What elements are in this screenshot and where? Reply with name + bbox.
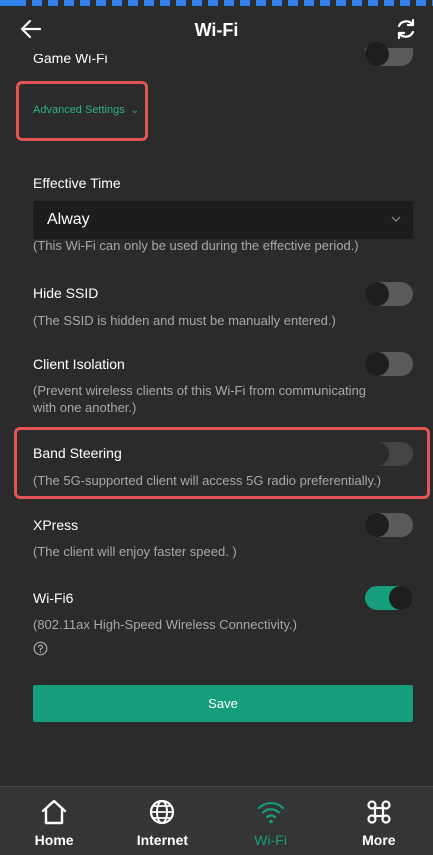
game-wifi-toggle[interactable]	[365, 42, 413, 66]
wifi6-toggle[interactable]	[365, 586, 413, 610]
effective-time-label: Effective Time	[33, 175, 121, 191]
game-wifi-label: Game Wi-Fi	[33, 54, 108, 66]
nav-item-wifi[interactable]: Wi-Fi	[217, 787, 325, 855]
arrow-left-icon[interactable]	[18, 16, 44, 42]
client-isolation-hint-line2: with one another.)	[33, 400, 137, 415]
effective-time-select[interactable]: Alway	[33, 201, 413, 239]
wifi6-hint: (802.11ax High-Speed Wireless Connectivi…	[33, 617, 297, 632]
xpress-toggle[interactable]	[365, 513, 413, 537]
client-isolation-hint-line1: (Prevent wireless clients of this Wi-Fi …	[33, 383, 367, 398]
nav-label-more: More	[362, 832, 396, 848]
xpress-hint: (The client will enjoy faster speed. )	[33, 544, 237, 559]
chevron-down-icon	[391, 216, 401, 222]
band-steering-label: Band Steering	[33, 445, 122, 461]
game-wifi-row: Game Wi-Fi	[33, 54, 413, 66]
client-isolation-toggle[interactable]	[365, 352, 413, 376]
hide-ssid-label: Hide SSID	[33, 285, 99, 301]
nav-label-internet: Internet	[136, 832, 189, 848]
home-icon	[41, 799, 67, 825]
band-steering-toggle[interactable]	[365, 442, 413, 466]
settings-content: Game Wi-Fi Advanced Settings ⌄ Effective…	[0, 42, 433, 784]
xpress-label: XPress	[33, 517, 79, 533]
nav-item-home[interactable]: Home	[0, 787, 108, 855]
command-icon	[367, 800, 391, 824]
bottom-nav: Home Internet Wi-Fi More	[0, 786, 433, 855]
band-steering-hint: (The 5G-supported client will access 5G …	[33, 473, 382, 488]
effective-time-hint: (This Wi-Fi can only be used during the …	[33, 238, 359, 253]
chevron-down-icon: ⌄	[130, 105, 140, 116]
page-title: Wi-Fi	[194, 19, 239, 40]
nav-item-internet[interactable]: Internet	[108, 787, 216, 855]
nav-label-wifi: Wi-Fi	[254, 832, 287, 848]
nav-item-more[interactable]: More	[325, 787, 433, 855]
effective-time-value: Alway	[47, 211, 90, 228]
save-button[interactable]: Save	[33, 685, 413, 722]
question-circle-icon[interactable]	[33, 641, 48, 656]
advanced-settings-link[interactable]: Advanced Settings ⌄	[33, 104, 139, 116]
hide-ssid-toggle[interactable]	[365, 282, 413, 306]
nav-label-home: Home	[34, 832, 74, 848]
wifi6-label: Wi-Fi6	[33, 590, 74, 606]
client-isolation-label: Client Isolation	[33, 356, 125, 372]
wifi-icon	[257, 801, 284, 824]
advanced-settings-label: Advanced Settings	[33, 104, 125, 116]
globe-icon	[150, 799, 175, 825]
refresh-icon[interactable]	[393, 16, 419, 42]
hide-ssid-hint: (The SSID is hidden and must be manually…	[33, 313, 336, 328]
